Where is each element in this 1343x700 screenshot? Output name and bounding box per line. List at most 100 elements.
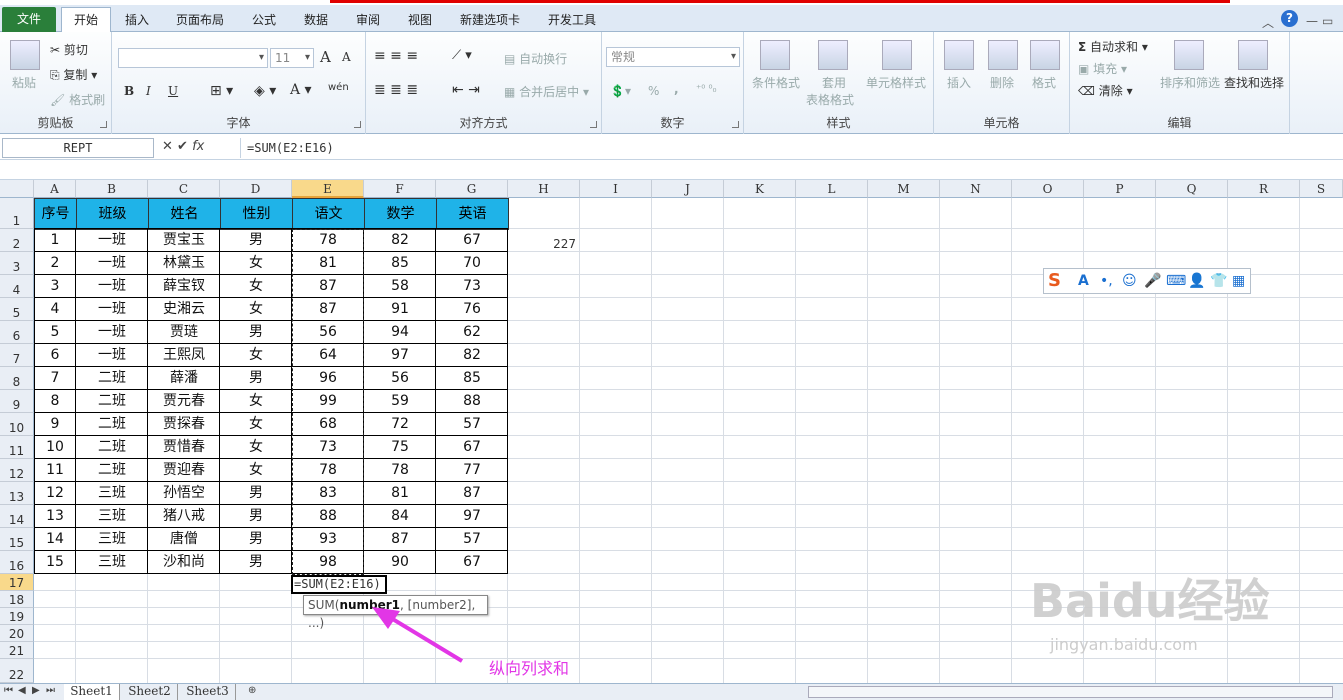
cell-english[interactable]: 70 xyxy=(436,252,508,275)
minimize-icon[interactable]: — xyxy=(1306,14,1318,28)
row-header-11[interactable]: 11 xyxy=(0,436,34,459)
cell-english[interactable]: 57 xyxy=(436,413,508,436)
align-left-icon[interactable]: ≣ ≣ ≣ xyxy=(374,82,418,98)
cell-math[interactable]: 94 xyxy=(364,321,436,344)
cell-seq[interactable]: 7 xyxy=(34,367,76,390)
underline-button[interactable]: U xyxy=(168,84,178,98)
name-box[interactable]: REPT xyxy=(2,138,154,158)
cell-math[interactable]: 84 xyxy=(364,505,436,528)
insert-sheet-icon[interactable]: ⊕ xyxy=(248,685,256,696)
cell-class[interactable]: 一班 xyxy=(76,229,148,252)
cell-class[interactable]: 一班 xyxy=(76,252,148,275)
shrink-font-button[interactable]: A xyxy=(342,50,351,64)
cell-gender[interactable]: 女 xyxy=(220,390,292,413)
cell-english[interactable]: 82 xyxy=(436,344,508,367)
cell-seq[interactable]: 11 xyxy=(34,459,76,482)
font-color-icon[interactable]: A ▾ xyxy=(290,82,312,98)
cell-gender[interactable]: 女 xyxy=(220,275,292,298)
header-cell-english[interactable]: 英语 xyxy=(436,198,509,230)
column-header-b[interactable]: B xyxy=(76,180,148,198)
cell-english[interactable]: 62 xyxy=(436,321,508,344)
restore-icon[interactable]: ▭ xyxy=(1322,14,1333,28)
cell-class[interactable]: 一班 xyxy=(76,321,148,344)
cell-class[interactable]: 一班 xyxy=(76,344,148,367)
cell-math[interactable]: 56 xyxy=(364,367,436,390)
cell-name[interactable]: 贾琏 xyxy=(148,321,220,344)
cell-name[interactable]: 薛宝钗 xyxy=(148,275,220,298)
column-header-m[interactable]: M xyxy=(868,180,940,198)
paste-icon[interactable] xyxy=(10,40,40,70)
row-header-10[interactable]: 10 xyxy=(0,413,34,436)
cell-class[interactable]: 三班 xyxy=(76,482,148,505)
cell-math[interactable]: 58 xyxy=(364,275,436,298)
row-header-21[interactable]: 21 xyxy=(0,642,34,659)
column-header-q[interactable]: Q xyxy=(1156,180,1228,198)
ime-emoji-icon[interactable]: ☺ xyxy=(1122,273,1137,289)
cell-gender[interactable]: 女 xyxy=(220,298,292,321)
cell-english[interactable]: 67 xyxy=(436,551,508,574)
column-header-c[interactable]: C xyxy=(148,180,220,198)
column-header-n[interactable]: N xyxy=(940,180,1012,198)
insert-function-icon[interactable]: fx xyxy=(192,139,204,154)
column-header-g[interactable]: G xyxy=(436,180,508,198)
clear-button[interactable]: ⌫ 清除 ▾ xyxy=(1078,82,1133,99)
column-header-h[interactable]: H xyxy=(508,180,580,198)
ime-skin-icon[interactable]: 👕 xyxy=(1210,273,1227,289)
cell-seq[interactable]: 9 xyxy=(34,413,76,436)
cell-gender[interactable]: 男 xyxy=(220,321,292,344)
header-cell-name[interactable]: 姓名 xyxy=(148,198,221,230)
font-name-combo[interactable] xyxy=(118,48,268,68)
column-header-l[interactable]: L xyxy=(796,180,868,198)
cell-english[interactable]: 88 xyxy=(436,390,508,413)
cell-math[interactable]: 59 xyxy=(364,390,436,413)
format-table-line1[interactable]: 套用 xyxy=(822,74,846,91)
tab-page-layout[interactable]: 页面布局 xyxy=(168,8,232,32)
next-sheet-icon[interactable]: ▶ xyxy=(32,685,40,696)
cell-styles-icon[interactable] xyxy=(882,40,912,70)
cell-name[interactable]: 贾宝玉 xyxy=(148,229,220,252)
tab-new[interactable]: 新建选项卡 xyxy=(452,8,528,32)
cell-name[interactable]: 唐僧 xyxy=(148,528,220,551)
number-launcher-icon[interactable] xyxy=(732,121,739,128)
cell-seq[interactable]: 6 xyxy=(34,344,76,367)
cell-class[interactable]: 三班 xyxy=(76,528,148,551)
cell-math[interactable]: 97 xyxy=(364,344,436,367)
cell-seq[interactable]: 12 xyxy=(34,482,76,505)
italic-button[interactable]: I xyxy=(146,84,151,98)
ime-toolbar[interactable]: S A •, ☺ 🎤 ⌨ 👤 👕 ▦ xyxy=(1043,268,1251,294)
column-header-a[interactable]: A xyxy=(34,180,76,198)
cell-gender[interactable]: 男 xyxy=(220,367,292,390)
copy-button[interactable]: ⎘ 复制 ▾ xyxy=(50,66,97,83)
row-header-6[interactable]: 6 xyxy=(0,321,34,344)
cell-english[interactable]: 73 xyxy=(436,275,508,298)
cell-class[interactable]: 三班 xyxy=(76,551,148,574)
sogou-logo-icon[interactable]: S xyxy=(1048,270,1061,291)
font-launcher-icon[interactable] xyxy=(354,121,361,128)
cell-gender[interactable]: 男 xyxy=(220,551,292,574)
row-header-16[interactable]: 16 xyxy=(0,551,34,574)
column-header-i[interactable]: I xyxy=(580,180,652,198)
tab-insert[interactable]: 插入 xyxy=(118,8,156,32)
row-header-7[interactable]: 7 xyxy=(0,344,34,367)
grow-font-button[interactable]: A xyxy=(320,48,331,66)
row-header-3[interactable]: 3 xyxy=(0,252,34,275)
row-header-2[interactable]: 2 xyxy=(0,229,34,252)
format-cells-icon[interactable] xyxy=(1030,40,1060,70)
cell-class[interactable]: 二班 xyxy=(76,413,148,436)
cell-name[interactable]: 贾迎春 xyxy=(148,459,220,482)
phonetic-icon[interactable]: wén xyxy=(328,82,349,93)
collapse-ribbon-icon[interactable]: ︿ xyxy=(1262,14,1274,31)
cell-seq[interactable]: 2 xyxy=(34,252,76,275)
row-header-22[interactable]: 22 xyxy=(0,659,34,683)
row-header-20[interactable]: 20 xyxy=(0,625,34,642)
tab-view[interactable]: 视图 xyxy=(400,8,440,32)
border-icon[interactable]: ⊞ ▾ xyxy=(210,83,233,99)
cell-math[interactable]: 72 xyxy=(364,413,436,436)
cell-english[interactable]: 97 xyxy=(436,505,508,528)
row-header-4[interactable]: 4 xyxy=(0,275,34,298)
enter-icon[interactable]: ✔ xyxy=(177,139,188,154)
cell-gender[interactable]: 女 xyxy=(220,252,292,275)
cell-class[interactable]: 二班 xyxy=(76,459,148,482)
cell-gender[interactable]: 男 xyxy=(220,482,292,505)
help-icon[interactable]: ? xyxy=(1281,10,1298,27)
